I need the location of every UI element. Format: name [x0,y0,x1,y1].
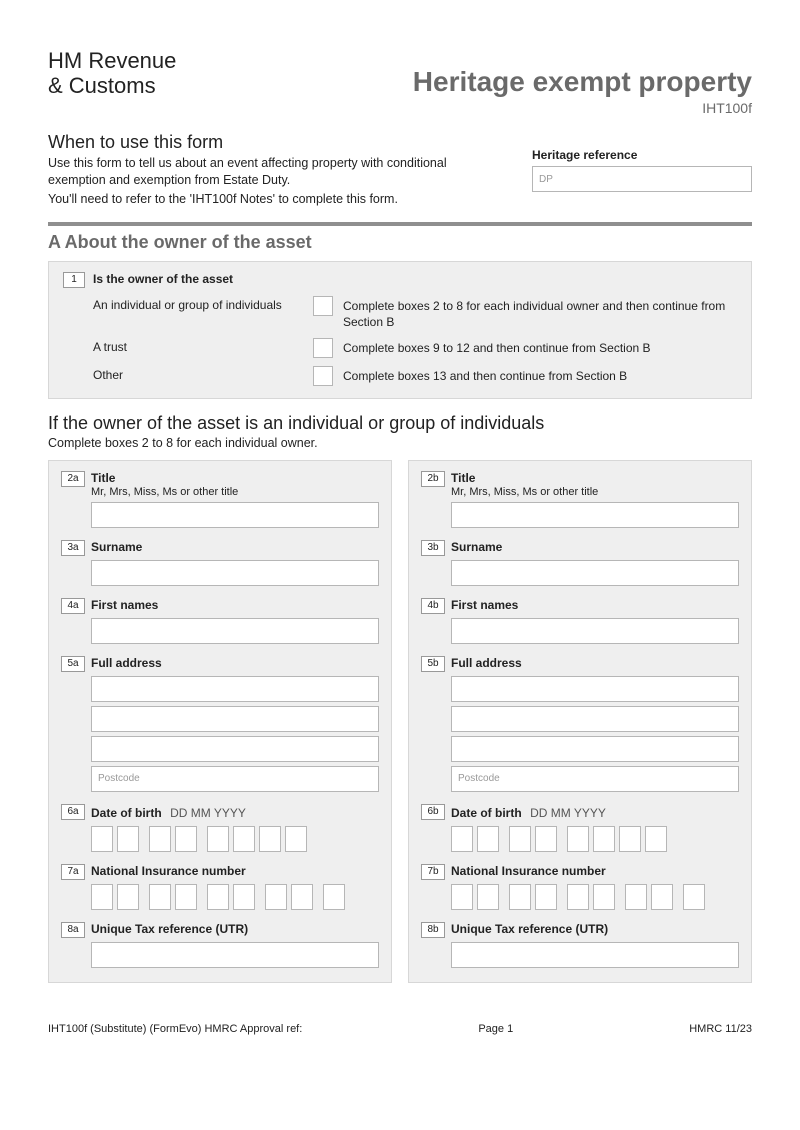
surname-b-input[interactable] [451,560,739,586]
ni-b-inputs[interactable] [451,884,739,910]
heritage-ref-label: Heritage reference [532,148,752,162]
logo-line1: HM Revenue [48,48,176,73]
q1-number: 1 [63,272,85,288]
heritage-ref-input[interactable] [532,166,752,192]
box-4b-num: 4b [421,598,445,614]
title-b-label: Title [451,471,598,485]
form-code: IHT100f [413,100,752,116]
address-b-label: Full address [451,656,522,670]
address-b-line3[interactable] [451,736,739,762]
opt-other-checkbox[interactable] [313,366,333,386]
address-b-line2[interactable] [451,706,739,732]
opt-trust-label: A trust [93,338,303,354]
box-4a-num: 4a [61,598,85,614]
opt-individual-label: An individual or group of individuals [93,296,303,312]
intro-p2: You'll need to refer to the 'IHT100f Not… [48,191,504,208]
opt-individual-desc: Complete boxes 2 to 8 for each individua… [343,296,737,330]
form-title: Heritage exempt property [413,66,752,98]
utr-b-label: Unique Tax reference (UTR) [451,922,608,936]
box-7a-num: 7a [61,864,85,880]
surname-a-label: Surname [91,540,142,554]
box-3b-num: 3b [421,540,445,556]
dob-b-label: Date of birth [451,806,522,820]
q1-label: Is the owner of the asset [93,272,233,286]
divider [48,222,752,226]
box-2b-num: 2b [421,471,445,487]
utr-b-input[interactable] [451,942,739,968]
individuals-heading: If the owner of the asset is an individu… [48,413,752,434]
opt-other-label: Other [93,366,303,382]
box-6b-num: 6b [421,804,445,820]
hmrc-logo: HM Revenue & Customs [48,48,176,99]
dob-b-inputs[interactable] [451,826,739,852]
address-b-line1[interactable] [451,676,739,702]
box-2a-num: 2a [61,471,85,487]
box-5a-num: 5a [61,656,85,672]
title-b-input[interactable] [451,502,739,528]
intro-heading: When to use this form [48,132,504,153]
ni-b-label: National Insurance number [451,864,606,878]
box-8a-num: 8a [61,922,85,938]
postcode-a-input[interactable]: Postcode [91,766,379,792]
first-b-label: First names [451,598,518,612]
footer-left: IHT100f (Substitute) (FormEvo) HMRC Appr… [48,1023,302,1035]
postcode-b-input[interactable]: Postcode [451,766,739,792]
footer-right: HMRC 11/23 [689,1023,752,1035]
opt-other-desc: Complete boxes 13 and then continue from… [343,366,737,384]
first-b-input[interactable] [451,618,739,644]
dob-a-inputs[interactable] [91,826,379,852]
footer-page: Page 1 [478,1023,513,1035]
question-1-box: 1 Is the owner of the asset An individua… [48,261,752,399]
opt-individual-checkbox[interactable] [313,296,333,316]
address-a-line2[interactable] [91,706,379,732]
first-a-label: First names [91,598,158,612]
opt-trust-desc: Complete boxes 9 to 12 and then continue… [343,338,737,356]
title-a-input[interactable] [91,502,379,528]
dob-a-fmt: DD MM YYYY [170,806,246,820]
section-a-heading: A About the owner of the asset [48,232,752,253]
logo-line2: & Customs [48,73,176,98]
title-b-hint: Mr, Mrs, Miss, Ms or other title [451,486,598,498]
opt-trust-checkbox[interactable] [313,338,333,358]
dob-a-label: Date of birth [91,806,162,820]
surname-a-input[interactable] [91,560,379,586]
address-a-line3[interactable] [91,736,379,762]
utr-a-label: Unique Tax reference (UTR) [91,922,248,936]
address-a-label: Full address [91,656,162,670]
intro-p1: Use this form to tell us about an event … [48,155,504,189]
address-a-line1[interactable] [91,676,379,702]
ni-a-label: National Insurance number [91,864,246,878]
title-a-hint: Mr, Mrs, Miss, Ms or other title [91,486,238,498]
box-8b-num: 8b [421,922,445,938]
dob-b-fmt: DD MM YYYY [530,806,606,820]
surname-b-label: Surname [451,540,502,554]
box-6a-num: 6a [61,804,85,820]
owner-b-column: 2b Title Mr, Mrs, Miss, Ms or other titl… [408,460,752,983]
utr-a-input[interactable] [91,942,379,968]
ni-a-inputs[interactable] [91,884,379,910]
box-5b-num: 5b [421,656,445,672]
box-7b-num: 7b [421,864,445,880]
owner-a-column: 2a Title Mr, Mrs, Miss, Ms or other titl… [48,460,392,983]
box-3a-num: 3a [61,540,85,556]
first-a-input[interactable] [91,618,379,644]
title-a-label: Title [91,471,238,485]
individuals-desc: Complete boxes 2 to 8 for each individua… [48,436,752,450]
